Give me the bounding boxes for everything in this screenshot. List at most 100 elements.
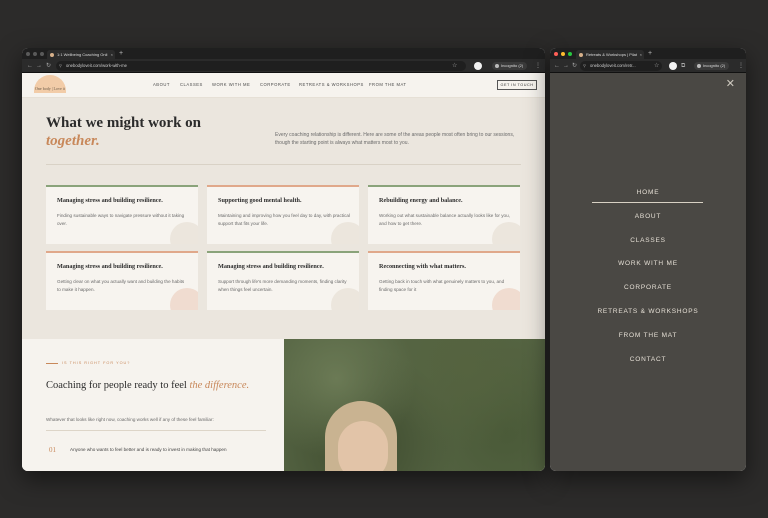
card-accent-bar (207, 185, 359, 187)
nav-work-with-me[interactable]: WORK WITH ME (212, 82, 250, 87)
card-title: Reconnecting with what matters. (379, 263, 466, 270)
divider (46, 430, 266, 431)
nav-from-the-mat[interactable]: FROM THE MAT (369, 82, 406, 87)
coach-photo (284, 339, 545, 471)
close-window-button[interactable] (26, 51, 30, 56)
hero-intro: Every coaching relationship is different… (275, 132, 515, 146)
card-body: Working out what sustainable balance act… (379, 213, 510, 226)
card-accent-bar (368, 251, 520, 253)
new-tab-icon[interactable]: + (119, 49, 123, 58)
active-item-underline (592, 202, 703, 203)
browser-menu-icon[interactable]: ⋮ (535, 62, 541, 70)
bookmark-star-icon[interactable]: ☆ (654, 62, 659, 70)
url-text: onebodyloveit.com/retr... (590, 63, 636, 68)
list-item: Anyone who wants to feel better and is r… (70, 447, 227, 452)
url-text: onebodyloveit.com/work-with-me (66, 63, 127, 68)
forward-icon[interactable]: → (36, 62, 42, 70)
incognito-label: Incognito (2) (703, 63, 726, 68)
card-title: Managing stress and building resilience. (57, 197, 163, 204)
close-window-button[interactable] (554, 51, 558, 56)
menu-item-classes[interactable]: CLASSES (550, 237, 746, 244)
section-desc: Whatever that looks like right now, coac… (46, 417, 214, 422)
nav-classes[interactable]: CLASSES (180, 82, 203, 87)
section-title: Coaching for people ready to feel the di… (46, 379, 266, 393)
menu-item-home[interactable]: HOME (550, 189, 746, 196)
back-icon[interactable]: ← (27, 62, 33, 70)
right-browser-window: Retreats & Workshops | Pilat × + ← → ↻ ⚲… (550, 48, 746, 471)
card-accent-bar (46, 185, 198, 187)
address-bar-row: ← → ↻ ⚲ onebodyloveit.com/work-with-me ☆… (22, 59, 545, 73)
profile-avatar[interactable] (669, 62, 677, 70)
section-title-accent: the difference. (189, 380, 250, 391)
site-header: One body | Love it ABOUT CLASSES WORK WI… (22, 73, 545, 98)
new-tab-icon[interactable]: + (648, 49, 652, 58)
menu-item-work-with-me[interactable]: WORK WITH ME (550, 260, 746, 267)
card-accent-bar (368, 185, 520, 187)
favicon-icon (579, 52, 583, 57)
logo-text: One body | Love it (35, 86, 65, 91)
card-body: Getting back in touch with what genuinel… (379, 279, 505, 292)
incognito-badge[interactable]: Incognito (2) (694, 62, 730, 70)
hero-title-accent: together. (46, 133, 100, 149)
url-field[interactable]: ⚲ onebodyloveit.com/retr... (580, 61, 662, 71)
site-logo[interactable]: One body | Love it (30, 75, 70, 96)
mobile-menu-page: ✕ HOME ABOUT CLASSES WORK WITH ME CORPOR… (550, 73, 746, 471)
browser-tab[interactable]: Retreats & Workshops | Pilat × (576, 50, 644, 59)
menu-item-retreats-workshops[interactable]: RETREATS & WORKSHOPS (550, 308, 746, 315)
favicon-icon (50, 52, 54, 57)
site-info-icon[interactable]: ⚲ (583, 61, 586, 71)
menu-item-from-the-mat[interactable]: FROM THE MAT (550, 332, 746, 339)
address-bar-row: ← → ↻ ⚲ onebodyloveit.com/retr... ☆ ⧉ In… (550, 59, 746, 73)
minimize-window-button[interactable] (33, 51, 37, 56)
photo-face-shape (338, 421, 388, 471)
topic-card: Supporting good mental health. Maintaini… (207, 185, 359, 244)
menu-item-contact[interactable]: CONTACT (550, 356, 746, 363)
maximize-window-button[interactable] (40, 51, 44, 56)
section-eyebrow: IS THIS RIGHT FOR YOU? (45, 361, 131, 365)
close-menu-icon[interactable]: ✕ (726, 79, 735, 90)
close-tab-icon[interactable]: × (111, 50, 113, 59)
profile-avatar[interactable] (474, 62, 482, 70)
tab-strip: Retreats & Workshops | Pilat × + (550, 48, 746, 59)
reload-icon[interactable]: ↻ (46, 62, 51, 70)
card-accent-bar (46, 251, 198, 253)
card-accent-bar (207, 251, 359, 253)
incognito-badge[interactable]: Incognito (2) (492, 62, 528, 70)
get-in-touch-button[interactable]: GET IN TOUCH (497, 80, 537, 90)
card-body: Getting clear on what you actually want … (57, 279, 185, 292)
list-number: 01 (49, 446, 56, 454)
left-browser-window: 1:1 Wellbeing Coaching Onli × + ← → ↻ ⚲ … (22, 48, 545, 471)
card-title: Supporting good mental health. (218, 197, 302, 204)
url-field[interactable]: ⚲ onebodyloveit.com/work-with-me (56, 61, 466, 71)
menu-item-about[interactable]: ABOUT (550, 213, 746, 220)
tab-title: 1:1 Wellbeing Coaching Onli (57, 52, 108, 57)
back-icon[interactable]: ← (554, 62, 560, 70)
incognito-label: Incognito (2) (501, 63, 524, 68)
bookmark-star-icon[interactable]: ☆ (452, 62, 457, 70)
close-tab-icon[interactable]: × (640, 50, 642, 59)
card-body: Support through life's more demanding mo… (218, 279, 347, 292)
reload-icon[interactable]: ↻ (572, 62, 577, 70)
divider (46, 164, 521, 165)
tab-strip: 1:1 Wellbeing Coaching Onli × + (22, 48, 545, 59)
card-body: Maintaining and improving how you feel d… (218, 213, 350, 226)
extensions-icon[interactable]: ⧉ (681, 62, 685, 70)
card-title: Managing stress and building resilience. (57, 263, 163, 270)
card-body: Finding sustainable ways to navigate pre… (57, 213, 185, 226)
card-title: Rebuilding energy and balance. (379, 197, 463, 204)
tab-title: Retreats & Workshops | Pilat (586, 52, 637, 57)
minimize-window-button[interactable] (561, 51, 565, 56)
nav-corporate[interactable]: CORPORATE (260, 82, 291, 87)
topic-card: Reconnecting with what matters. Getting … (368, 251, 520, 310)
nav-about[interactable]: ABOUT (153, 82, 170, 87)
hero-title: What we might work on (46, 115, 202, 131)
maximize-window-button[interactable] (568, 51, 572, 56)
site-info-icon[interactable]: ⚲ (59, 61, 62, 71)
forward-icon[interactable]: → (563, 62, 569, 70)
card-title: Managing stress and building resilience. (218, 263, 324, 270)
browser-menu-icon[interactable]: ⋮ (738, 62, 744, 70)
browser-tab[interactable]: 1:1 Wellbeing Coaching Onli × (47, 50, 115, 59)
menu-item-corporate[interactable]: CORPORATE (550, 284, 746, 291)
topic-card: Managing stress and building resilience.… (207, 251, 359, 310)
nav-retreats-workshops[interactable]: RETREATS & WORKSHOPS (299, 82, 364, 87)
